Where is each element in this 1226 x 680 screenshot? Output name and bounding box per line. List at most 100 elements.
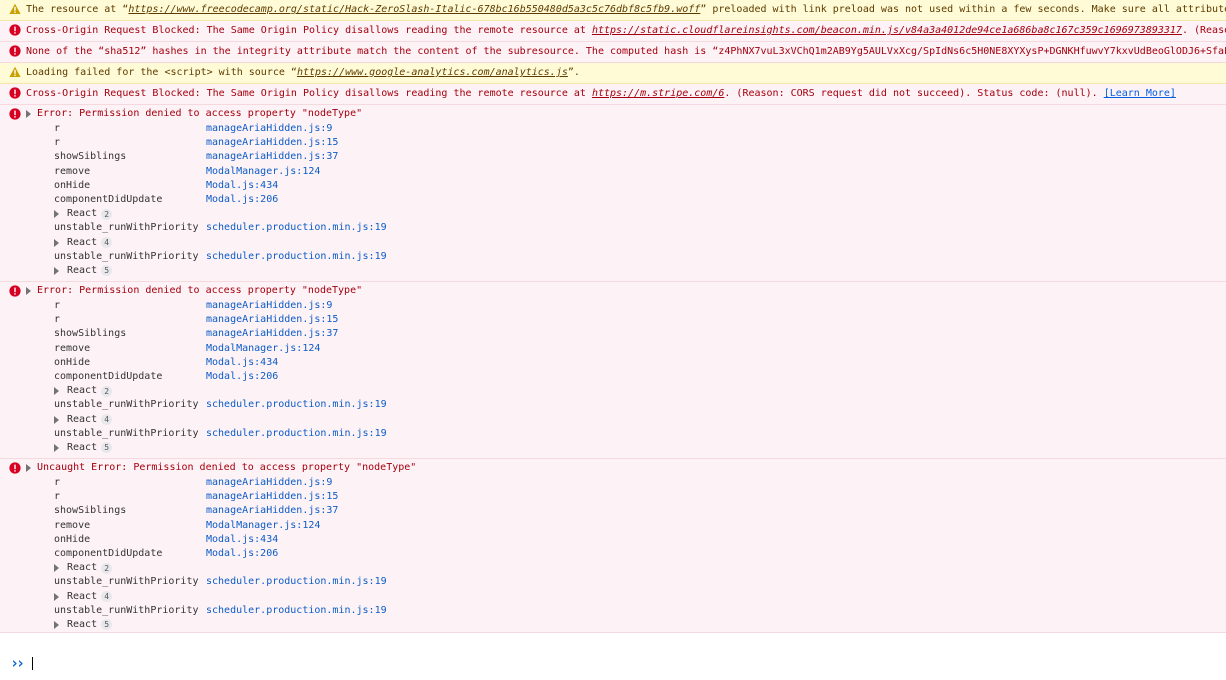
frame-count-badge: 4 [101, 237, 113, 249]
frame-function: r [54, 300, 61, 312]
frame-location-link[interactable]: scheduler.production.min.js:19 [206, 398, 387, 412]
frame-location-link[interactable]: manageAriaHidden.js:37 [206, 150, 338, 164]
stack-trace: r manageAriaHidden.js:9 r manageAriaHidden.… [0, 476, 1226, 632]
exception-title: Error: Permission denied to access prope… [37, 285, 363, 296]
resource-link[interactable]: https://m.stripe.com/6 [592, 88, 724, 99]
stack-group-react[interactable]: React 5 [54, 618, 1226, 632]
message-row: The resource at “https://www.freecodecam… [0, 0, 1226, 20]
frame-location-link[interactable]: Modal.js:206 [206, 547, 278, 561]
stack-group-react[interactable]: React 5 [54, 264, 1226, 278]
message-text-suffix: ” preloaded with link preload was not us… [700, 4, 1226, 15]
frame-location-link[interactable]: scheduler.production.min.js:19 [206, 221, 387, 235]
frame-location-link[interactable]: manageAriaHidden.js:15 [206, 313, 338, 327]
error-message: None of the “sha512” hashes in the integ… [0, 42, 1226, 63]
frame-location-link[interactable]: manageAriaHidden.js:15 [206, 490, 338, 504]
stack-group-react[interactable]: React 2 [54, 207, 1226, 221]
stack-group-react[interactable]: React 2 [54, 561, 1226, 575]
expand-triangle-icon[interactable] [54, 238, 59, 247]
error-icon [9, 108, 21, 120]
frame-function: remove [54, 342, 91, 354]
frame-location-link[interactable]: ModalManager.js:124 [206, 342, 320, 356]
stack-group-label: React [67, 590, 98, 602]
stack-frame: unstable_runWithPriority scheduler.produc… [54, 604, 1226, 618]
frame-function: r [54, 477, 61, 489]
frame-location-link[interactable]: Modal.js:206 [206, 370, 278, 384]
frame-location-link[interactable]: scheduler.production.min.js:19 [206, 427, 387, 441]
message-text-prefix: None of the “sha512” hashes in the integ… [26, 46, 1226, 57]
frame-location-link[interactable]: manageAriaHidden.js:9 [206, 476, 332, 490]
exception-header[interactable]: Uncaught Error: Permission denied to acc… [0, 460, 1226, 476]
frame-location-link[interactable]: manageAriaHidden.js:9 [206, 122, 332, 136]
frame-location-link[interactable]: Modal.js:434 [206, 356, 278, 370]
stack-frame: componentDidUpdate Modal.js:206 [54, 547, 1226, 561]
stack-group-label: React [67, 264, 98, 276]
stack-group-label: React [67, 385, 98, 397]
error-message: Cross-Origin Request Blocked: The Same O… [0, 21, 1226, 42]
stack-frame: r manageAriaHidden.js:15 [54, 490, 1226, 504]
expand-triangle-icon[interactable] [54, 387, 59, 396]
error-icon [9, 285, 21, 297]
exception-title: Error: Permission denied to access prope… [37, 108, 363, 119]
console-input-row[interactable]: ›› [0, 651, 1226, 675]
frame-function: r [54, 137, 61, 149]
frame-location-link[interactable]: scheduler.production.min.js:19 [206, 250, 387, 264]
frame-location-link[interactable]: Modal.js:434 [206, 533, 278, 547]
message-text-prefix: Cross-Origin Request Blocked: The Same O… [26, 88, 592, 99]
resource-link[interactable]: https://www.google-analytics.com/analyti… [297, 67, 568, 78]
frame-location-link[interactable]: Modal.js:434 [206, 179, 278, 193]
frame-location-link[interactable]: Modal.js:206 [206, 193, 278, 207]
message-list: The resource at “https://www.freecodecam… [0, 0, 1226, 633]
frame-function: unstable_runWithPriority [54, 250, 199, 262]
frame-location-link[interactable]: manageAriaHidden.js:9 [206, 299, 332, 313]
frame-function: r [54, 314, 61, 326]
message-text: Loading failed for the <script> with sou… [0, 66, 580, 80]
frame-function: r [54, 491, 61, 503]
expand-triangle-icon[interactable] [54, 415, 59, 424]
frame-function: r [54, 123, 61, 135]
expand-triangle-icon[interactable] [54, 592, 59, 601]
resource-link[interactable]: https://www.freecodecamp.org/static/Hack… [128, 4, 700, 15]
stack-group-react[interactable]: React 4 [54, 236, 1226, 250]
frame-location-link[interactable]: manageAriaHidden.js:15 [206, 136, 338, 150]
stack-frame: r manageAriaHidden.js:15 [54, 313, 1226, 327]
stack-group-react[interactable]: React 2 [54, 384, 1226, 398]
exception-message: Uncaught Error: Permission denied to acc… [0, 459, 1226, 633]
expand-triangle-icon[interactable] [54, 443, 59, 452]
stack-group-label: React [67, 441, 98, 453]
stack-frame: unstable_runWithPriority scheduler.produc… [54, 250, 1226, 264]
frame-location-link[interactable]: manageAriaHidden.js:37 [206, 504, 338, 518]
expand-triangle-icon[interactable] [26, 464, 31, 472]
stack-frame: remove ModalManager.js:124 [54, 342, 1226, 356]
frame-function: componentDidUpdate [54, 194, 163, 206]
stack-frame: r manageAriaHidden.js:9 [54, 299, 1226, 313]
expand-triangle-icon[interactable] [26, 110, 31, 118]
frame-location-link[interactable]: ModalManager.js:124 [206, 519, 320, 533]
frame-count-badge: 4 [101, 591, 113, 603]
expand-triangle-icon[interactable] [54, 210, 59, 219]
expand-triangle-icon[interactable] [26, 287, 31, 295]
frame-location-link[interactable]: manageAriaHidden.js:37 [206, 327, 338, 341]
stack-group-react[interactable]: React 4 [54, 413, 1226, 427]
error-icon [9, 24, 21, 36]
stack-group-react[interactable]: React 4 [54, 590, 1226, 604]
learn-more-link[interactable]: [Learn More] [1104, 88, 1176, 99]
warning-icon [9, 3, 21, 15]
frame-function: onHide [54, 179, 91, 191]
stack-group-react[interactable]: React 5 [54, 441, 1226, 455]
frame-location-link[interactable]: scheduler.production.min.js:19 [206, 604, 387, 618]
frame-location-link[interactable]: scheduler.production.min.js:19 [206, 575, 387, 589]
frame-function: componentDidUpdate [54, 548, 163, 560]
exception-header[interactable]: Error: Permission denied to access prope… [0, 106, 1226, 122]
message-row: Cross-Origin Request Blocked: The Same O… [0, 84, 1226, 104]
resource-link[interactable]: https://static.cloudflareinsights.com/be… [592, 25, 1182, 36]
expand-triangle-icon[interactable] [54, 564, 59, 573]
stack-frame: showSiblings manageAriaHidden.js:37 [54, 150, 1226, 164]
chevron-double-right-icon: ›› [10, 654, 25, 672]
message-text: The resource at “https://www.freecodecam… [0, 3, 1226, 17]
expand-triangle-icon[interactable] [54, 620, 59, 629]
frame-location-link[interactable]: ModalManager.js:124 [206, 165, 320, 179]
frame-count-badge: 2 [101, 562, 113, 574]
exception-header[interactable]: Error: Permission denied to access prope… [0, 283, 1226, 299]
stack-trace: r manageAriaHidden.js:9 r manageAriaHidden.… [0, 122, 1226, 278]
expand-triangle-icon[interactable] [54, 266, 59, 275]
